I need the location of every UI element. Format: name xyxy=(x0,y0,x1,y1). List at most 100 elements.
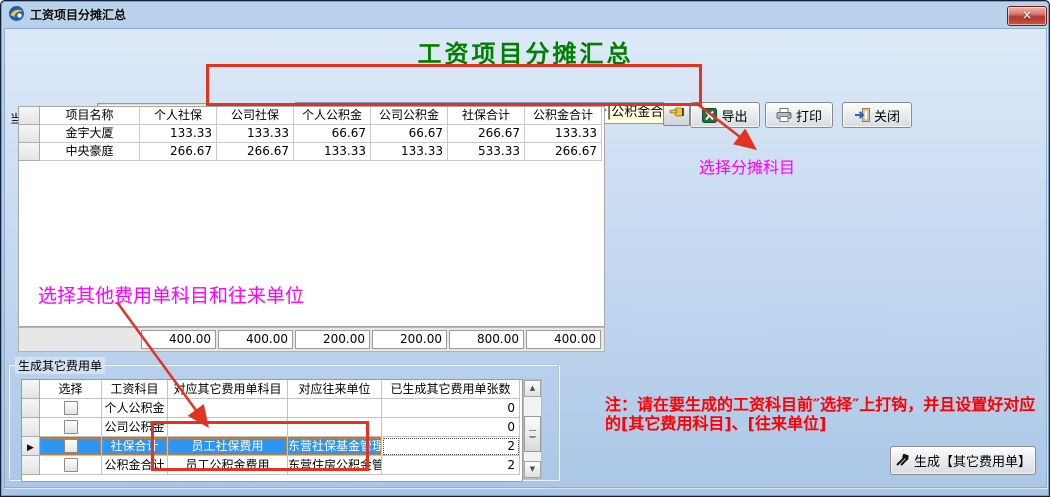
column-header[interactable]: 选择 xyxy=(40,380,102,399)
value-cell: 66.67 xyxy=(294,125,371,143)
summary-totals-row: 400.00 400.00 200.00 200.00 800.00 400.0… xyxy=(18,327,605,352)
current-row-marker-icon: ▶ xyxy=(27,443,34,453)
column-header[interactable]: 已生成其它费用单张数 xyxy=(382,380,520,399)
counterpart-unit-cell[interactable]: 东营社保基金管理局 xyxy=(288,437,382,456)
counterpart-unit-cell[interactable]: 东营住房公积金管理 xyxy=(288,456,382,475)
print-button[interactable]: 打印 xyxy=(765,102,833,128)
expense-header-row: 选择 工资科目 对应其它费用单科目 对应往来单位 已生成其它费用单张数 xyxy=(22,380,522,399)
row-selector[interactable] xyxy=(19,143,40,161)
expense-subject-cell[interactable]: 员工社保费用 xyxy=(168,437,288,456)
row-selector[interactable]: ▶ xyxy=(22,437,40,456)
row-selector-header xyxy=(19,107,40,125)
select-cell xyxy=(40,418,102,437)
value-cell: 266.67 xyxy=(140,143,217,161)
scrollbar-thumb[interactable] xyxy=(524,416,541,452)
salary-subject-cell: 个人公积金 xyxy=(102,399,168,418)
column-header[interactable]: 社保合计 xyxy=(448,107,525,125)
table-row[interactable]: 金宇大厦 133.33 133.33 66.67 66.67 266.67 13… xyxy=(19,125,604,143)
expense-subject-cell[interactable]: 员工公积金费用 xyxy=(168,456,288,475)
row-selector[interactable] xyxy=(19,125,40,143)
expense-subject-cell[interactable] xyxy=(168,399,288,418)
select-cell xyxy=(40,456,102,475)
page-title: 工资项目分摊汇总 xyxy=(5,34,1046,69)
scrollbar-up-icon[interactable]: ▲ xyxy=(524,380,541,397)
value-cell: 266.67 xyxy=(448,125,525,143)
thumb-grip xyxy=(529,430,536,437)
select-checkbox[interactable] xyxy=(64,439,78,453)
select-cell xyxy=(40,399,102,418)
table-row[interactable]: 个人公积金 0 xyxy=(22,399,522,418)
expense-subject-cell[interactable] xyxy=(168,418,288,437)
total-cell: 400.00 xyxy=(218,330,293,349)
value-cell: 266.67 xyxy=(217,143,294,161)
select-cell xyxy=(40,437,102,456)
value-cell: 266.67 xyxy=(525,143,602,161)
close-button[interactable]: 关闭 xyxy=(842,102,912,128)
column-header[interactable]: 公司社保 xyxy=(217,107,294,125)
select-checkbox[interactable] xyxy=(64,458,78,472)
generate-expense-button[interactable]: 生成【其它费用单】 xyxy=(890,446,1036,475)
expense-table-scrollbar[interactable]: ▲ ▼ xyxy=(523,379,542,479)
hammer-tools-icon xyxy=(895,453,910,468)
project-name-cell: 中央豪庭 xyxy=(40,143,140,161)
printer-icon xyxy=(776,108,792,122)
row-selector[interactable] xyxy=(22,418,40,437)
row-selector[interactable] xyxy=(22,399,40,418)
close-label: 关闭 xyxy=(874,106,900,125)
export-button[interactable]: 导出 xyxy=(690,102,760,128)
total-cell: 200.00 xyxy=(372,330,447,349)
print-label: 打印 xyxy=(796,106,822,125)
generated-count-cell: 0 xyxy=(382,399,520,418)
select-checkbox[interactable] xyxy=(64,401,78,415)
total-cell: 400.00 xyxy=(526,330,601,349)
table-row[interactable]: 公司公积金 0 xyxy=(22,418,522,437)
value-cell: 133.33 xyxy=(294,143,371,161)
note-text: 注：请在要生成的工资科目前″选择″上打钩，并且设置好对应的[其它费用科目]、[往… xyxy=(605,395,1037,433)
column-header[interactable]: 工资科目 xyxy=(102,380,168,399)
select-checkbox[interactable] xyxy=(64,420,78,434)
column-header[interactable]: 公积金合计 xyxy=(525,107,602,125)
value-cell: 533.33 xyxy=(448,143,525,161)
column-header[interactable]: 对应其它费用单科目 xyxy=(168,380,288,399)
value-cell: 133.33 xyxy=(140,125,217,143)
summary-header-row: 项目名称 个人社保 公司社保 个人公积金 公司公积金 社保合计 公积金合计 xyxy=(19,107,604,125)
column-header[interactable]: 个人公积金 xyxy=(294,107,371,125)
value-cell: 66.67 xyxy=(371,125,448,143)
groupbox-title: 生成其它费用单 xyxy=(15,357,105,374)
column-header[interactable]: 公司公积金 xyxy=(371,107,448,125)
salary-subject-cell: 公司公积金 xyxy=(102,418,168,437)
value-cell: 133.33 xyxy=(371,143,448,161)
excel-icon xyxy=(702,108,717,123)
close-x-icon: × xyxy=(1022,8,1032,22)
expense-groupbox: 生成其它费用单 选择 工资科目 对应其它费用单科目 对应往来单位 已生成其它费用… xyxy=(8,364,559,480)
table-row[interactable]: 中央豪庭 266.67 266.67 133.33 133.33 533.33 … xyxy=(19,143,604,161)
column-header[interactable]: 对应往来单位 xyxy=(288,380,382,399)
title-bar: 工资项目分摊汇总 × xyxy=(0,0,1050,27)
table-row-selected[interactable]: ▶ 社保合计 员工社保费用 东营社保基金管理局 2 xyxy=(22,437,522,456)
total-cell: 800.00 xyxy=(449,330,524,349)
total-cell: 400.00 xyxy=(141,330,216,349)
table-row[interactable]: 公积金合计 员工公积金费用 东营住房公积金管理 2 xyxy=(22,456,522,475)
pointing-hand-icon xyxy=(669,105,685,119)
generated-count-cell: 2 xyxy=(382,437,520,456)
salary-subject-cell: 公积金合计 xyxy=(102,456,168,475)
generated-count-cell: 2 xyxy=(382,456,520,475)
value-cell: 133.33 xyxy=(525,125,602,143)
subject-picker-button[interactable] xyxy=(663,103,690,126)
window-close-button[interactable]: × xyxy=(1007,6,1047,26)
expense-table: 选择 工资科目 对应其它费用单科目 对应往来单位 已生成其它费用单张数 个人公积… xyxy=(21,379,523,482)
exit-door-icon xyxy=(854,108,870,122)
column-header[interactable]: 个人社保 xyxy=(140,107,217,125)
value-cell: 133.33 xyxy=(217,125,294,143)
counterpart-unit-cell[interactable] xyxy=(288,418,382,437)
salary-subject-cell: 社保合计 xyxy=(102,437,168,456)
export-label: 导出 xyxy=(721,106,747,125)
column-header[interactable]: 项目名称 xyxy=(40,107,140,125)
row-selector[interactable] xyxy=(22,456,40,475)
summary-grid: 项目名称 个人社保 公司社保 个人公积金 公司公积金 社保合计 公积金合计 金宇… xyxy=(18,106,605,327)
empty-row-strip xyxy=(22,475,522,481)
counterpart-unit-cell[interactable] xyxy=(288,399,382,418)
generated-count-cell: 0 xyxy=(382,418,520,437)
project-name-cell: 金宇大厦 xyxy=(40,125,140,143)
scrollbar-down-icon[interactable]: ▼ xyxy=(524,461,541,478)
